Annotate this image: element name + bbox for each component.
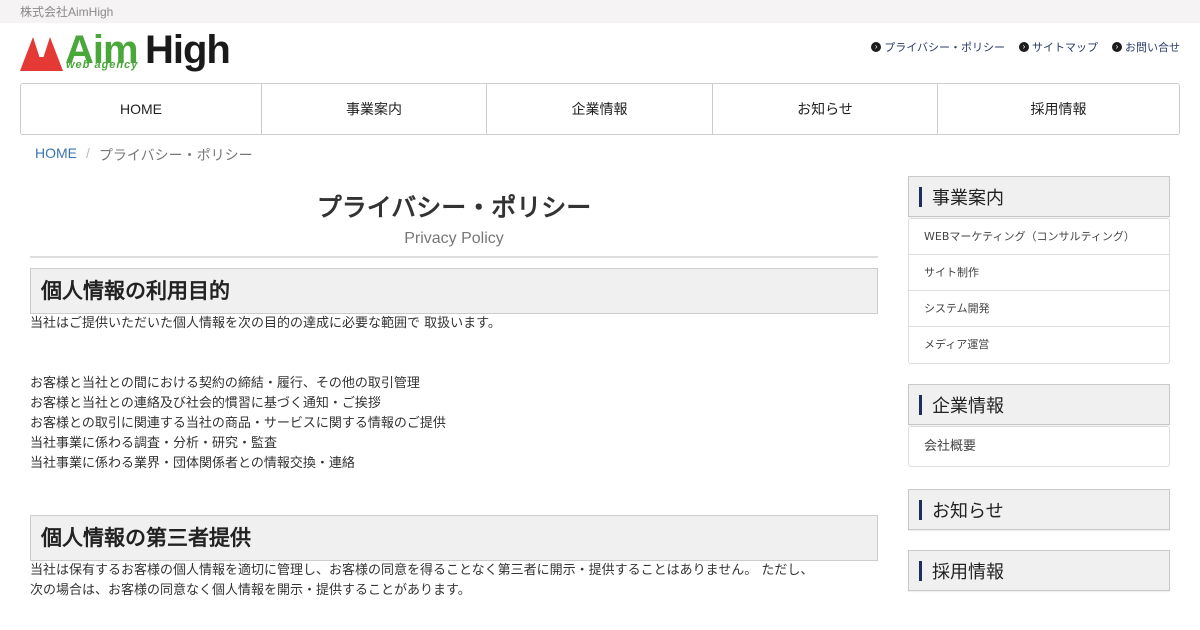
- list-item: お客様との取引に関連する当社の商品・サービスに関する情報のご提供: [30, 416, 446, 431]
- sidebar: 事業案内 WEBマーケティング（コンサルティング） サイト制作 システム開発 メ…: [908, 176, 1170, 591]
- breadcrumb-current: プライバシー・ポリシー: [98, 147, 253, 163]
- main-content: プライバシー・ポリシー Privacy Policy 個人情報の利用目的 当社は…: [30, 190, 878, 601]
- heading-accent-bar: [919, 499, 922, 520]
- logo-mark-icon: [20, 33, 63, 71]
- heading-accent-bar: [919, 560, 922, 581]
- logo-high-text: High: [145, 28, 231, 72]
- list-item: 当社事業に係わる業界・団体関係者との情報交換・連絡: [30, 456, 355, 471]
- nav-item-recruit[interactable]: 採用情報: [938, 84, 1179, 134]
- page-title: プライバシー・ポリシー: [316, 194, 592, 222]
- sidebar-heading-business-label: 事業案内: [932, 187, 1004, 209]
- sidebar-item-system-development[interactable]: システム開発: [909, 291, 1169, 327]
- heading-accent-bar: [919, 186, 922, 207]
- contact-link[interactable]: › お問い合せ: [1112, 39, 1180, 55]
- title-divider: [30, 256, 878, 258]
- sidebar-heading-business[interactable]: 事業案内: [908, 176, 1170, 217]
- sitemap-link[interactable]: › サイトマップ: [1019, 39, 1098, 55]
- nav-item-home[interactable]: HOME: [21, 84, 262, 134]
- sidebar-heading-company-label: 企業情報: [932, 395, 1004, 417]
- section-intro-third-party-line2: 次の場合は、お客様の同意なく個人情報を開示・提供することがあります。: [30, 583, 471, 598]
- logo-tagline: web agency: [66, 59, 139, 71]
- section-intro-third-party-line1: 当社は保有するお客様の個人情報を適切に管理し、お客様の同意を得ることなく第三者に…: [30, 563, 814, 578]
- sidebar-heading-recruit[interactable]: 採用情報: [908, 550, 1170, 591]
- list-item: お客様と当社との連絡及び社会的慣習に基づく通知・ご挨拶: [30, 396, 381, 411]
- nav-item-company[interactable]: 企業情報: [487, 84, 713, 134]
- circle-chevron-right-icon: ›: [1019, 42, 1029, 52]
- breadcrumb-separator: /: [86, 145, 90, 161]
- purpose-list: お客様と当社との間における契約の締結・履行、その他の取引管理 お客様と当社との連…: [30, 374, 878, 474]
- sidebar-item-media-operation[interactable]: メディア運営: [909, 327, 1169, 363]
- company-name: 株式会社AimHigh: [20, 5, 114, 19]
- heading-accent-bar: [919, 394, 922, 415]
- breadcrumb: HOME / プライバシー・ポリシー: [35, 145, 253, 165]
- sidebar-heading-company[interactable]: 企業情報: [908, 384, 1170, 425]
- privacy-policy-link[interactable]: › プライバシー・ポリシー: [871, 39, 1005, 55]
- sidebar-business-list: WEBマーケティング（コンサルティング） サイト制作 システム開発 メディア運営: [908, 218, 1170, 364]
- page-subtitle: Privacy Policy: [404, 230, 504, 247]
- header-links: › プライバシー・ポリシー › サイトマップ › お問い合せ: [871, 39, 1180, 55]
- circle-chevron-right-icon: ›: [1112, 42, 1122, 52]
- sidebar-heading-recruit-label: 採用情報: [932, 561, 1004, 583]
- section-heading-purpose: 個人情報の利用目的: [30, 268, 878, 314]
- sidebar-item-company-profile[interactable]: 会社概要: [909, 427, 1169, 466]
- sidebar-item-web-marketing[interactable]: WEBマーケティング（コンサルティング）: [909, 219, 1169, 255]
- breadcrumb-home-link[interactable]: HOME: [35, 145, 77, 165]
- sidebar-item-site-production[interactable]: サイト制作: [909, 255, 1169, 291]
- top-bar: 株式会社AimHigh: [0, 0, 1200, 23]
- sitemap-link-label: サイトマップ: [1032, 42, 1098, 54]
- main-nav: HOME 事業案内 企業情報 お知らせ 採用情報: [20, 83, 1180, 135]
- section-intro-purpose: 当社はご提供いただいた個人情報を次の目的の達成に必要な範囲で 取扱います。: [30, 316, 501, 331]
- list-item: お客様と当社との間における契約の締結・履行、その他の取引管理: [30, 376, 420, 391]
- sidebar-heading-news-label: お知らせ: [932, 500, 1004, 522]
- nav-item-news[interactable]: お知らせ: [713, 84, 938, 134]
- privacy-policy-link-label: プライバシー・ポリシー: [884, 42, 1005, 54]
- sidebar-company-list: 会社概要: [908, 426, 1170, 467]
- sidebar-heading-news[interactable]: お知らせ: [908, 489, 1170, 530]
- site-logo[interactable]: Aim High web agency: [20, 28, 240, 74]
- list-item: 当社事業に係わる調査・分析・研究・監査: [30, 436, 278, 451]
- contact-link-label: お問い合せ: [1125, 42, 1180, 54]
- nav-item-business[interactable]: 事業案内: [262, 84, 487, 134]
- circle-chevron-right-icon: ›: [871, 42, 882, 52]
- section-heading-third-party: 個人情報の第三者提供: [30, 515, 878, 561]
